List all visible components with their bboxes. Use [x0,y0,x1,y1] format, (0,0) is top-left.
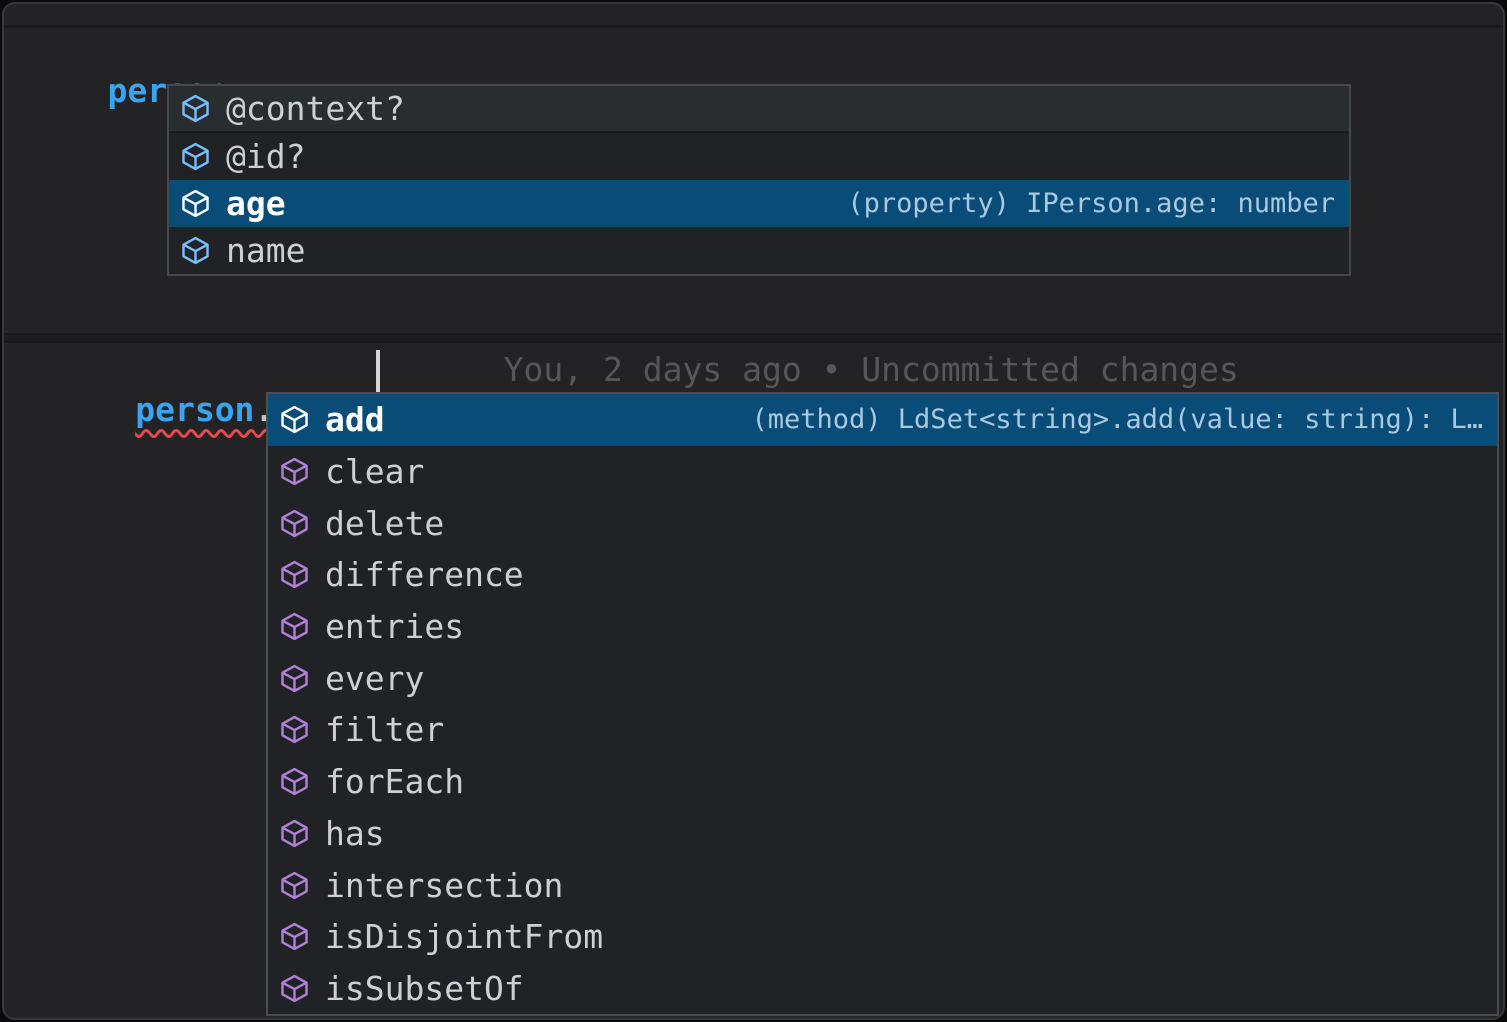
suggestion-item[interactable]: add (method) LdSet<string>.add(value: st… [268,394,1497,446]
suggestion-item[interactable]: clear [268,446,1497,498]
code-token: person [135,390,254,429]
suggestion-item[interactable]: filter [268,704,1497,756]
symbol-cube-icon [278,404,310,436]
suggestion-item[interactable]: isDisjointFrom [268,911,1497,963]
suggestion-item[interactable]: entries [268,601,1497,653]
suggestion-item[interactable]: @context? [169,86,1349,133]
symbol-cube-icon [179,235,211,267]
symbol-cube-icon [278,714,310,746]
symbol-cube-icon [179,188,211,220]
suggestion-item[interactable]: intersection [268,859,1497,911]
suggestion-label: @id? [226,137,305,176]
suggestion-label: every [325,659,424,698]
suggestion-label: delete [325,504,444,543]
suggestion-label: add [325,400,385,439]
symbol-cube-icon [278,662,310,694]
suggestion-label: @context? [226,89,405,128]
symbol-cube-icon [278,869,310,901]
suggestion-label: has [325,814,385,853]
suggestion-label: name [226,231,305,270]
suggestion-item[interactable]: forEach [268,756,1497,808]
git-blame-annotation: You, 2 days ago • Uncommitted changes [504,350,1239,390]
symbol-cube-icon [278,559,310,591]
suggestion-label: entries [325,607,464,646]
suggestion-label: isSubsetOf [325,969,524,1008]
suggestion-item[interactable]: @id? [169,133,1349,180]
suggestion-label: forEach [325,762,464,801]
symbol-cube-icon [278,507,310,539]
suggestion-label: filter [325,710,444,749]
symbol-cube-icon [278,817,310,849]
suggestion-detail: (method) LdSet<string>.add(value: string… [732,404,1484,435]
suggest-widget-methods: add (method) LdSet<string>.add(value: st… [266,392,1499,1016]
suggestion-label: clear [325,452,424,491]
suggestion-label: difference [325,555,524,594]
suggestion-label: isDisjointFrom [325,917,603,956]
suggestion-label: age [226,184,286,223]
suggestion-item[interactable]: difference [268,549,1497,601]
section-seam [4,333,1503,343]
symbol-cube-icon [278,766,310,798]
symbol-cube-icon [179,141,211,173]
top-seam-line [4,25,1503,28]
suggestion-item[interactable]: has [268,808,1497,860]
suggest-widget-fields: @context? @id? [167,84,1351,276]
suggestion-item[interactable]: age (property) IPerson.age: number [169,180,1349,227]
suggestion-item[interactable]: delete [268,497,1497,549]
symbol-cube-icon [278,972,310,1004]
text-cursor [376,350,380,392]
symbol-cube-icon [179,93,211,125]
suggestion-detail: (property) IPerson.age: number [827,188,1335,219]
suggestion-item[interactable]: name [169,227,1349,274]
suggestion-item[interactable]: every [268,652,1497,704]
code-editor-window: person.; @context? [2,2,1505,1020]
suggestion-label: intersection [325,866,563,905]
symbol-cube-icon [278,921,310,953]
symbol-cube-icon [278,611,310,643]
symbol-cube-icon [278,456,310,488]
suggestion-item[interactable]: isSubsetOf [268,963,1497,1015]
